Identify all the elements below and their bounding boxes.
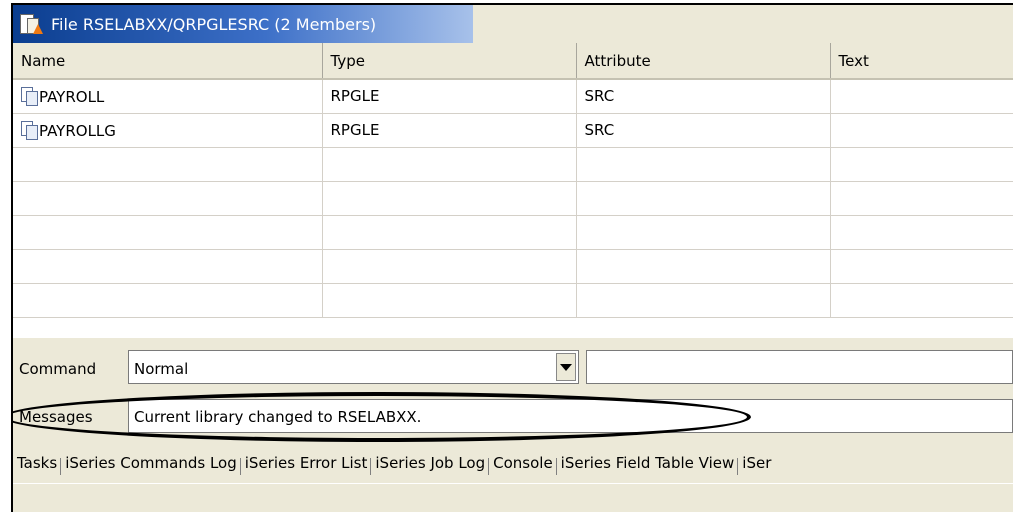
file-folder-icon [19, 11, 45, 37]
view-tabs: Tasks iSeries Commands Log iSeries Error… [13, 443, 1013, 483]
source-member-icon [21, 86, 38, 106]
empty-row [13, 215, 1013, 250]
member-text[interactable] [830, 79, 1013, 114]
source-member-icon [21, 120, 38, 140]
status-bar [13, 483, 1013, 512]
member-name: PAYROLLG [39, 121, 116, 140]
member-name: PAYROLL [39, 87, 105, 106]
tab-field-table-view[interactable]: iSeries Field Table View [555, 454, 739, 475]
tab-console[interactable]: Console [488, 454, 557, 475]
member-type[interactable]: RPGLE [322, 79, 577, 114]
annotation-mask [13, 403, 16, 437]
command-mode-select[interactable]: Normal [128, 350, 579, 384]
tab-tasks[interactable]: Tasks [13, 454, 61, 472]
title-bar-background [473, 5, 1013, 43]
column-header-text[interactable]: Text [830, 43, 1013, 80]
command-bar: Command Normal [13, 338, 1013, 385]
tab-error-list[interactable]: iSeries Error List [239, 454, 372, 475]
messages-text: Current library changed to RSELABXX. [134, 408, 422, 426]
empty-row [13, 181, 1013, 216]
empty-row [13, 283, 1013, 318]
messages-bar: Messages Current library changed to RSEL… [13, 385, 1013, 435]
command-input[interactable] [586, 350, 1013, 384]
member-name-cell[interactable]: PAYROLLG [13, 113, 323, 148]
window-title-bar: File RSELABXX/QRPGLESRC (2 Members) [13, 5, 473, 43]
command-label: Command [19, 360, 97, 378]
empty-row [13, 147, 1013, 182]
table-row[interactable]: PAYROLL RPGLE SRC [13, 79, 1013, 114]
member-attribute[interactable]: SRC [576, 113, 831, 148]
tab-commands-log[interactable]: iSeries Commands Log [60, 454, 241, 475]
command-mode-value: Normal [134, 360, 189, 378]
column-header-attribute[interactable]: Attribute [576, 43, 831, 80]
window-title: File RSELABXX/QRPGLESRC (2 Members) [51, 14, 377, 34]
members-table: Name Type Attribute Text PAYROLL RPGLE S… [13, 43, 1013, 338]
member-text[interactable] [830, 113, 1013, 148]
dropdown-button[interactable] [556, 353, 576, 381]
member-attribute[interactable]: SRC [576, 79, 831, 114]
column-header-type[interactable]: Type [322, 43, 577, 80]
member-type[interactable]: RPGLE [322, 113, 577, 148]
empty-row [13, 249, 1013, 284]
column-header-name[interactable]: Name [13, 43, 323, 80]
messages-label: Messages [19, 408, 93, 426]
tab-job-log[interactable]: iSeries Job Log [370, 454, 489, 475]
messages-field: Current library changed to RSELABXX. [128, 399, 1013, 433]
tab-more[interactable]: iSer [737, 454, 775, 475]
chevron-down-icon [560, 363, 572, 371]
member-name-cell[interactable]: PAYROLL [13, 79, 323, 114]
table-row[interactable]: PAYROLLG RPGLE SRC [13, 113, 1013, 148]
ui-window: File RSELABXX/QRPGLESRC (2 Members) Name… [11, 3, 1013, 512]
